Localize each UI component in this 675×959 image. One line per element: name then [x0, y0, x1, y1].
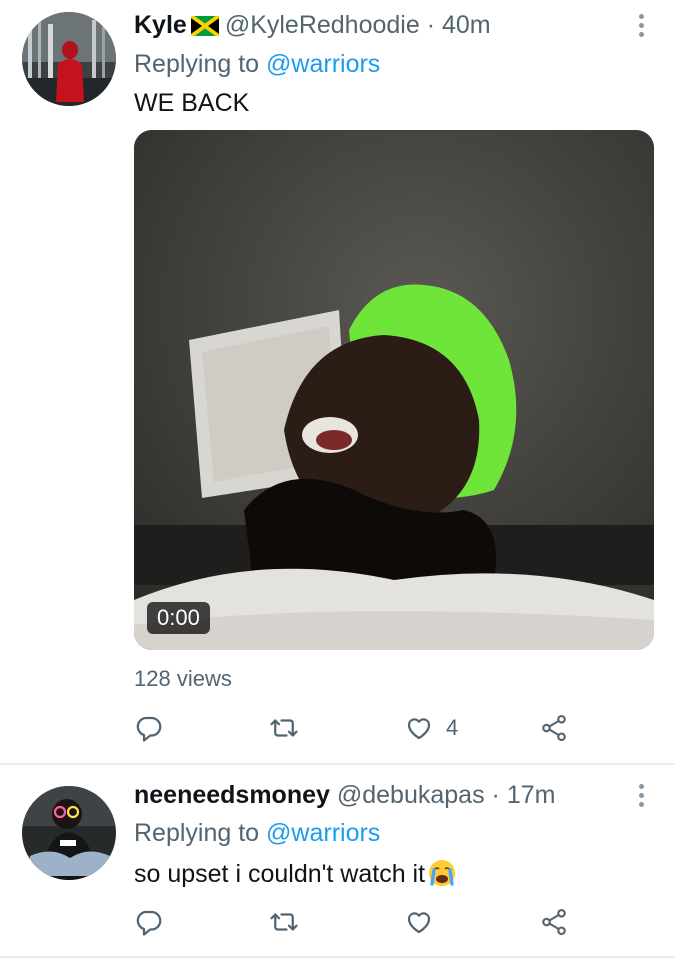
- share-button[interactable]: [539, 708, 569, 748]
- more-icon[interactable]: [639, 784, 647, 811]
- reply-button[interactable]: [134, 708, 164, 748]
- like-button[interactable]: 4: [404, 708, 458, 748]
- reply-icon: [136, 910, 162, 936]
- share-button[interactable]: [539, 902, 569, 942]
- video-duration: 0:00: [147, 602, 210, 634]
- tweet-text: WE BACK: [134, 89, 250, 117]
- avatar[interactable]: [22, 786, 116, 880]
- tweet-actions: [134, 902, 584, 942]
- timestamp[interactable]: 40m: [442, 11, 491, 39]
- author-handle[interactable]: @debukapas: [337, 781, 485, 809]
- like-icon: [407, 912, 431, 934]
- retweet-icon: [270, 913, 298, 931]
- separator-dot: ·: [426, 11, 436, 39]
- replying-to: Replying to @warriors: [134, 50, 380, 79]
- mention-link[interactable]: @warriors: [266, 819, 380, 847]
- more-icon[interactable]: [639, 14, 647, 41]
- tweet[interactable]: Kyle @KyleRedhoodie · 40m Replying to @wa…: [0, 0, 675, 764]
- replying-prefix: Replying to: [134, 819, 260, 847]
- replying-prefix: Replying to: [134, 50, 260, 78]
- tweet-text: so upset i couldn't watch it: [134, 860, 426, 888]
- jamaica-flag-icon: [189, 14, 220, 43]
- tweet-divider: [0, 956, 675, 958]
- loudly-crying-face-icon: [427, 858, 457, 895]
- like-icon: [407, 718, 431, 740]
- tweet[interactable]: neeneedsmoney @debukapas · 17m Replying …: [0, 764, 675, 959]
- like-count: 4: [446, 715, 459, 740]
- retweet-button[interactable]: [269, 708, 299, 748]
- author-handle[interactable]: @KyleRedhoodie: [225, 11, 420, 39]
- tweet-header: neeneedsmoney @debukapas · 17m: [134, 781, 555, 810]
- share-icon: [542, 908, 566, 936]
- author-name[interactable]: neeneedsmoney: [134, 781, 330, 809]
- share-icon: [542, 714, 566, 742]
- view-count: 128 views: [134, 666, 232, 691]
- reply-button[interactable]: [134, 902, 164, 942]
- mention-link[interactable]: @warriors: [266, 50, 380, 78]
- retweet-button[interactable]: [269, 902, 299, 942]
- author-name[interactable]: Kyle: [134, 11, 187, 39]
- tweet-header: Kyle @KyleRedhoodie · 40m: [134, 11, 491, 43]
- avatar[interactable]: [22, 12, 116, 106]
- video-thumbnail: [134, 130, 654, 650]
- reply-icon: [136, 716, 162, 742]
- timestamp[interactable]: 17m: [507, 781, 556, 809]
- replying-to: Replying to @warriors: [134, 819, 380, 848]
- tweet-text-row: so upset i couldn't watch it: [134, 858, 457, 895]
- retweet-icon: [270, 719, 298, 737]
- video-player[interactable]: 0:00: [134, 130, 654, 650]
- tweet-actions: 4: [134, 708, 584, 748]
- like-button[interactable]: [404, 902, 446, 942]
- separator-dot: ·: [491, 781, 500, 809]
